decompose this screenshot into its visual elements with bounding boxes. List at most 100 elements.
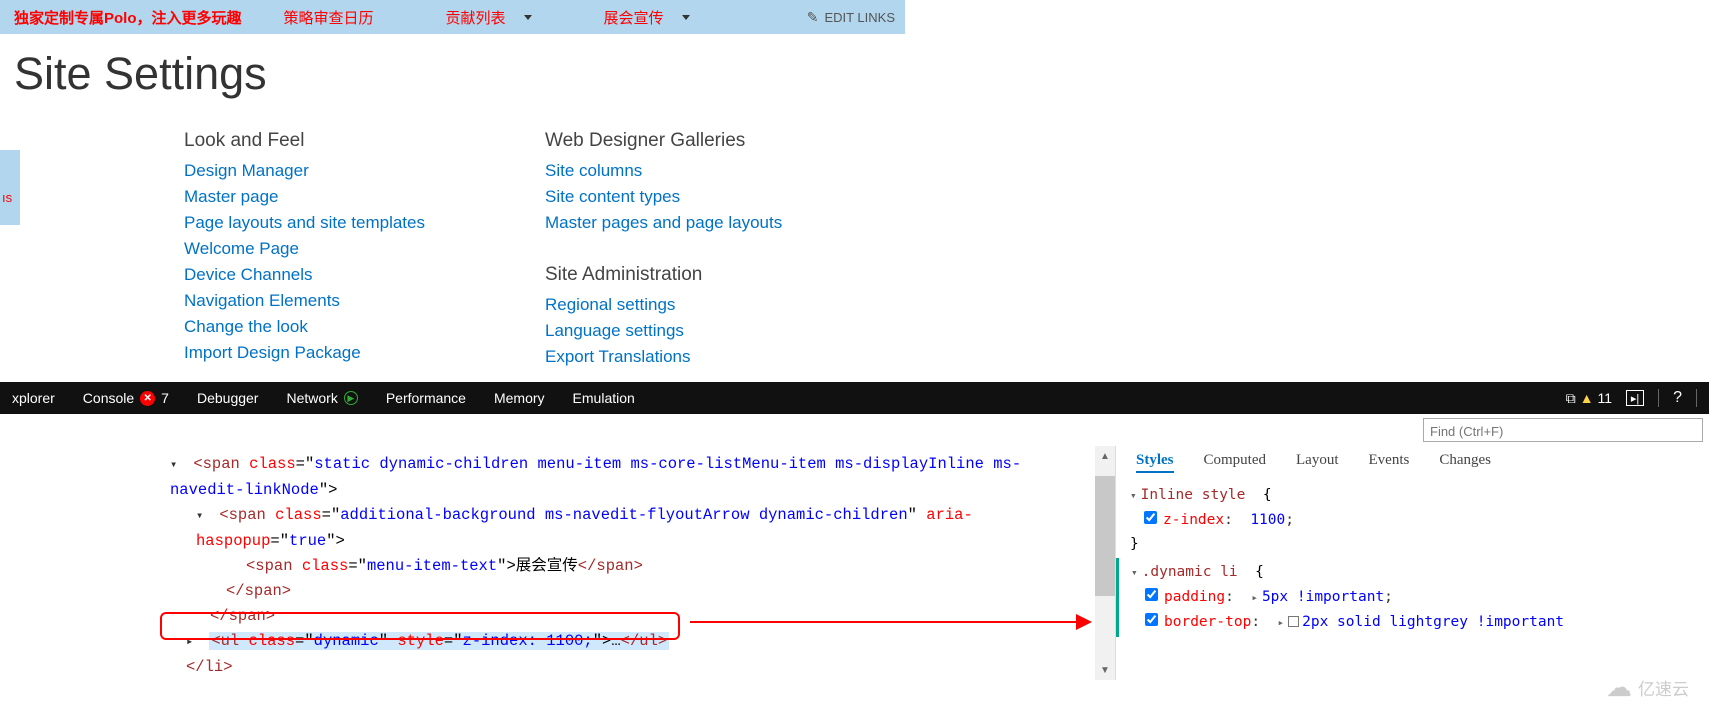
txt: "> — [319, 481, 338, 499]
scroll-up-button[interactable]: ▲ — [1095, 446, 1115, 466]
dom-node-selected[interactable]: <ul class="dynamic" style="z-index: 1100… — [186, 629, 1095, 655]
divider — [1658, 389, 1659, 407]
undock-button[interactable]: ▸| — [1626, 390, 1644, 406]
tab-computed[interactable]: Computed — [1204, 452, 1267, 473]
nav-item-contributors[interactable]: 贡献列表 — [446, 7, 532, 28]
expand-toggle-icon[interactable] — [186, 629, 200, 655]
tab-styles[interactable]: Styles — [1136, 452, 1174, 473]
devtools-panel: xplorer Console ✕ 7 Debugger Network ▶ P… — [0, 382, 1709, 723]
chevron-down-icon — [524, 15, 532, 20]
find-bar-row — [0, 414, 1709, 446]
nav-item-label: 策略审查日历 — [284, 7, 374, 28]
play-icon: ▶ — [344, 391, 358, 405]
link-page-layouts[interactable]: Page layouts and site templates — [184, 210, 425, 236]
attr-value: true — [289, 532, 326, 550]
warning-icon: ▲ — [1580, 390, 1594, 406]
txt: … — [611, 632, 620, 650]
selected-highlight: <ul class="dynamic" style="z-index: 1100… — [209, 632, 669, 650]
tab-memory[interactable]: Memory — [494, 390, 545, 406]
property-checkbox[interactable] — [1145, 588, 1158, 601]
link-welcome-page[interactable]: Welcome Page — [184, 236, 425, 262]
dom-node[interactable]: </span> — [210, 604, 1095, 629]
find-input[interactable] — [1423, 418, 1703, 442]
txt: =" — [444, 632, 463, 650]
scroll-down-button[interactable]: ▼ — [1095, 660, 1115, 680]
edit-links-button[interactable]: EDIT LINKS — [807, 9, 895, 26]
link-export-translations[interactable]: Export Translations — [545, 344, 782, 370]
dom-node[interactable]: <span class="static dynamic-children men… — [170, 452, 1095, 503]
chevron-right-icon[interactable] — [1251, 589, 1262, 605]
css-rule-inline[interactable]: Inline style { z-index: 1100; } — [1116, 481, 1709, 558]
link-language-settings[interactable]: Language settings — [545, 318, 782, 344]
link-design-manager[interactable]: Design Manager — [184, 158, 425, 184]
tab-emulation[interactable]: Emulation — [573, 390, 635, 406]
tab-layout[interactable]: Layout — [1296, 452, 1339, 473]
colon: : — [1251, 614, 1260, 630]
tab-console[interactable]: Console ✕ 7 — [83, 390, 169, 406]
expand-toggle-icon[interactable] — [1131, 564, 1142, 580]
link-master-page[interactable]: Master page — [184, 184, 425, 210]
tab-label: Console — [83, 390, 134, 406]
link-master-pages-layouts[interactable]: Master pages and page layouts — [545, 210, 782, 236]
column-heading: Look and Feel — [184, 130, 425, 152]
tag-close: </ul> — [621, 632, 668, 650]
link-regional-settings[interactable]: Regional settings — [545, 292, 782, 318]
css-property[interactable]: z-index — [1163, 512, 1224, 528]
divider — [1696, 389, 1697, 407]
property-checkbox[interactable] — [1144, 511, 1157, 524]
property-checkbox[interactable] — [1145, 613, 1158, 626]
link-site-columns[interactable]: Site columns — [545, 158, 782, 184]
attr-name: style — [397, 632, 444, 650]
dom-node[interactable]: </span> — [226, 579, 1095, 604]
chevron-right-icon[interactable] — [1278, 614, 1289, 630]
link-site-content-types[interactable]: Site content types — [545, 184, 782, 210]
tab-events[interactable]: Events — [1369, 452, 1410, 473]
txt: =" — [322, 506, 341, 524]
colon: : — [1225, 589, 1234, 605]
css-value[interactable]: 5px !important — [1262, 589, 1384, 605]
brace: } — [1130, 536, 1139, 552]
scroll-thumb[interactable] — [1095, 476, 1115, 596]
expand-toggle-icon[interactable] — [1130, 487, 1141, 503]
link-import-design-package[interactable]: Import Design Package — [184, 340, 425, 366]
scroll-track — [1095, 596, 1115, 660]
brace: { — [1255, 564, 1264, 580]
dom-node[interactable]: </li> — [186, 655, 1095, 680]
css-property[interactable]: border-top — [1164, 614, 1251, 630]
tab-dom-explorer[interactable]: xplorer — [12, 390, 55, 406]
look-and-feel-column: Look and Feel Design Manager Master page… — [184, 130, 425, 370]
page-title: Site Settings — [14, 48, 1709, 100]
expand-toggle-icon[interactable] — [170, 452, 184, 478]
link-change-the-look[interactable]: Change the look — [184, 314, 425, 340]
color-swatch-icon[interactable] — [1288, 616, 1299, 627]
styles-tab-bar: Styles Computed Layout Events Changes — [1116, 446, 1709, 481]
warning-count: 11 — [1598, 390, 1613, 406]
scrollbar[interactable]: ▲ ▼ — [1095, 446, 1115, 680]
dom-tree-pane[interactable]: <span class="static dynamic-children men… — [0, 446, 1095, 680]
tab-performance[interactable]: Performance — [386, 390, 466, 406]
css-value[interactable]: 1100 — [1250, 512, 1285, 528]
dom-node[interactable]: <span class="menu-item-text">展会宣传</span> — [246, 554, 1095, 579]
css-property[interactable]: padding — [1164, 589, 1225, 605]
tag-open: <span — [193, 455, 249, 473]
semicolon: ; — [1384, 589, 1393, 605]
warnings-indicator[interactable]: ⧉▲11 — [1566, 390, 1612, 407]
help-button[interactable]: ? — [1673, 389, 1682, 407]
nav-item-exhibition[interactable]: 展会宣传 — [604, 7, 690, 28]
css-value[interactable]: 2px solid lightgrey !important — [1302, 614, 1564, 630]
attr-name: class — [249, 455, 296, 473]
dom-node[interactable]: <span class="additional-background ms-na… — [196, 503, 1095, 554]
tab-network[interactable]: Network ▶ — [286, 390, 357, 406]
tab-debugger[interactable]: Debugger — [197, 390, 259, 406]
promo-text[interactable]: 独家定制专属Polo，注入更多玩趣 — [14, 7, 242, 28]
expand-toggle-icon[interactable] — [196, 503, 210, 529]
styles-pane: Styles Computed Layout Events Changes In… — [1115, 446, 1709, 680]
tab-changes[interactable]: Changes — [1439, 452, 1491, 473]
semicolon: ; — [1285, 512, 1294, 528]
link-device-channels[interactable]: Device Channels — [184, 262, 425, 288]
attr-value: additional-background ms-navedit-flyoutA… — [340, 506, 907, 524]
nav-item-calendar[interactable]: 策略审查日历 — [284, 7, 374, 28]
link-navigation-elements[interactable]: Navigation Elements — [184, 288, 425, 314]
css-rule-dynamic-li[interactable]: .dynamic li { padding: 5px !important; b… — [1116, 558, 1709, 637]
nav-item-label: 展会宣传 — [604, 7, 664, 28]
